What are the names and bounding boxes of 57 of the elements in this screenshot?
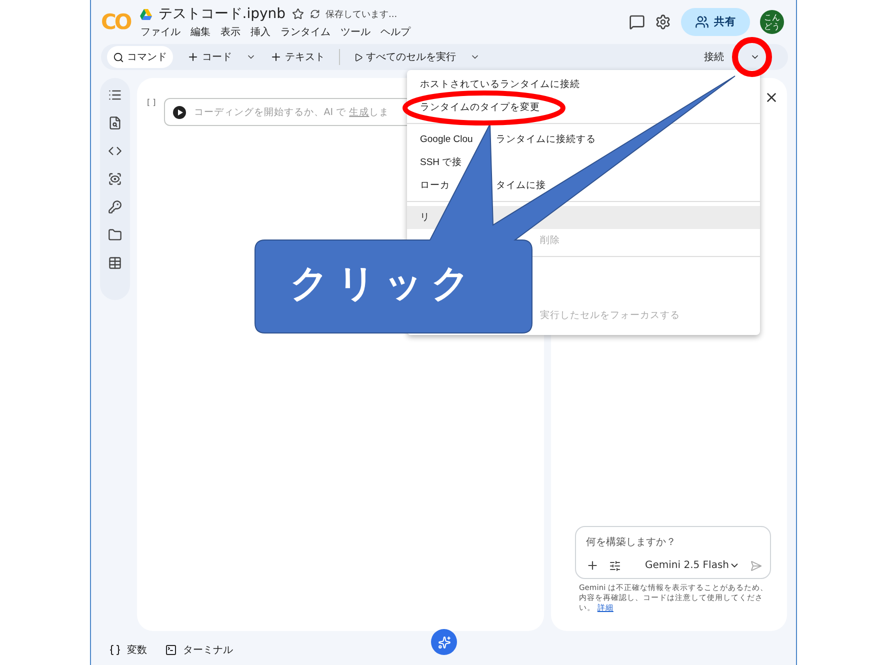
terminal-button[interactable]: ターミナル	[165, 643, 233, 657]
file-search-icon[interactable]	[108, 116, 122, 130]
menu-option[interactable]: ホストされているランタイムに接続	[420, 78, 580, 91]
people-icon	[695, 15, 709, 29]
menu-option[interactable]: Google Clou	[420, 134, 473, 145]
sync-icon	[310, 9, 320, 19]
menu-item[interactable]: 表示	[220, 25, 240, 39]
list-icon[interactable]	[108, 88, 122, 102]
drive-icon	[140, 8, 152, 20]
plus-icon	[187, 51, 199, 63]
menu-option[interactable]: リ	[420, 211, 430, 224]
menu-option[interactable]: ランタイムのタイプを変更	[420, 101, 540, 114]
close-icon[interactable]	[764, 90, 779, 105]
gemini-button[interactable]	[431, 629, 457, 655]
table-icon[interactable]	[108, 256, 122, 270]
star-icon[interactable]	[292, 8, 304, 20]
menu-item[interactable]: 編集	[190, 25, 210, 39]
terminal-icon	[165, 644, 177, 656]
menu-option[interactable]: ランタイムに接続する	[496, 133, 596, 146]
command-button[interactable]: コマンド	[107, 46, 173, 68]
sliders-icon[interactable]	[609, 560, 621, 572]
sparkle-icon	[438, 636, 450, 648]
save-status: 保存しています...	[326, 8, 398, 20]
variables-button[interactable]: 変数	[109, 643, 147, 657]
prompt-field[interactable]: 何を構築しますか？ Gemini 2.5 Flash	[575, 526, 771, 579]
user-avatar[interactable]: こんどう	[760, 10, 784, 34]
menu-item[interactable]: 挿入	[250, 25, 270, 39]
model-selector[interactable]: Gemini 2.5 Flash	[644, 560, 740, 571]
play-icon	[354, 52, 363, 62]
plus-icon[interactable]	[586, 559, 599, 572]
eye-icon[interactable]	[108, 172, 122, 186]
menu-option[interactable]: SSH で接	[420, 156, 462, 169]
menu-item[interactable]: ツール	[340, 25, 370, 39]
key-icon[interactable]	[108, 200, 122, 214]
run-all-button[interactable]: すべてのセルを実行	[348, 46, 462, 68]
settings-icon[interactable]	[655, 14, 671, 30]
add-text-button[interactable]: テキスト	[264, 46, 331, 68]
callout-text: クリック	[290, 260, 478, 307]
menu-option[interactable]: ローカ	[420, 179, 450, 192]
code-icon[interactable]	[108, 144, 122, 158]
connect-button[interactable]: 接続	[698, 46, 730, 68]
highlight-ring	[732, 37, 772, 77]
notebook-title[interactable]: テストコード.ipynb	[158, 5, 286, 23]
add-code-button[interactable]: コード	[181, 46, 238, 68]
menu-option[interactable]: タイムに接	[496, 179, 546, 192]
menu-item[interactable]: ランタイム	[280, 25, 330, 39]
braces-icon	[109, 644, 121, 656]
run-icon[interactable]	[172, 106, 186, 118]
folder-icon[interactable]	[108, 228, 122, 242]
share-button[interactable]: 共有	[681, 8, 750, 36]
cell-bracket: [ ]	[147, 98, 156, 109]
search-icon	[113, 52, 124, 62]
plus-icon	[270, 51, 282, 63]
menu-item[interactable]: ファイル	[140, 25, 180, 39]
cell-placeholder: コーディングを開始するか、AI で 生成 しま	[194, 106, 390, 118]
comment-icon[interactable]	[629, 14, 645, 30]
menu-item[interactable]: ヘルプ	[380, 25, 410, 39]
